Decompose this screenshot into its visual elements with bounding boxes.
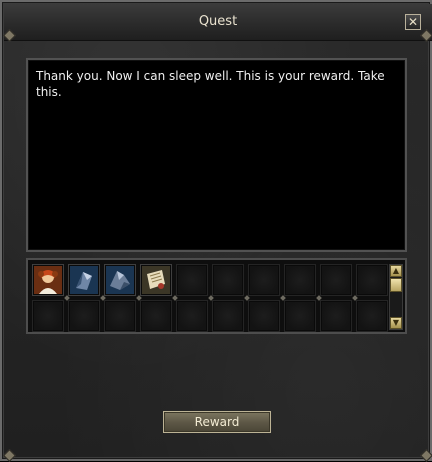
scroll-down-button[interactable]: ▼ [390,317,402,329]
empty-reward-slot[interactable] [176,300,208,332]
empty-reward-slot[interactable] [68,300,100,332]
dialog-message-text: Thank you. Now I can sleep well. This is… [36,69,385,99]
scroll-up-arrow-icon: ▲ [392,266,400,275]
reward-slot[interactable] [32,264,64,296]
close-button[interactable]: ✕ [405,14,421,30]
empty-reward-slot[interactable] [356,264,388,296]
quest-window: Quest ✕ Thank you. Now I can sleep well.… [0,0,432,462]
empty-reward-slot[interactable] [104,300,136,332]
character-portrait-icon [34,266,62,294]
dialog-message-box: Thank you. Now I can sleep well. This is… [26,58,407,252]
empty-reward-slot[interactable] [356,300,388,332]
corner-ornament-icon [420,449,432,462]
empty-reward-slot[interactable] [212,300,244,332]
scroll-document-icon [142,266,170,294]
scroll-up-button[interactable]: ▲ [390,265,402,277]
scroll-down-arrow-icon: ▼ [392,318,400,327]
window-title: Quest [198,14,238,29]
reward-button[interactable]: Reward [163,411,271,433]
empty-reward-slot[interactable] [248,300,280,332]
empty-reward-slot[interactable] [284,300,316,332]
close-icon: ✕ [407,15,419,29]
reward-scrollbar[interactable]: ▲ ▼ [389,264,403,330]
blue-gem-chip-icon [70,266,98,294]
empty-reward-slot[interactable] [248,264,280,296]
reward-slot[interactable] [68,264,100,296]
empty-reward-slot[interactable] [320,300,352,332]
reward-items-panel: ▲ ▼ [26,258,407,334]
corner-ornament-icon [3,449,16,462]
empty-reward-slot[interactable] [284,264,316,296]
reward-slot[interactable] [104,264,136,296]
reward-slot[interactable] [140,264,172,296]
empty-reward-slot[interactable] [32,300,64,332]
blue-gem-shard-icon [106,266,134,294]
empty-reward-slot[interactable] [140,300,172,332]
empty-reward-slot[interactable] [320,264,352,296]
title-bar[interactable]: Quest ✕ [4,4,432,41]
empty-reward-slot[interactable] [212,264,244,296]
scroll-thumb[interactable] [390,278,402,292]
empty-reward-slot[interactable] [176,264,208,296]
reward-slot-grid [32,264,388,332]
